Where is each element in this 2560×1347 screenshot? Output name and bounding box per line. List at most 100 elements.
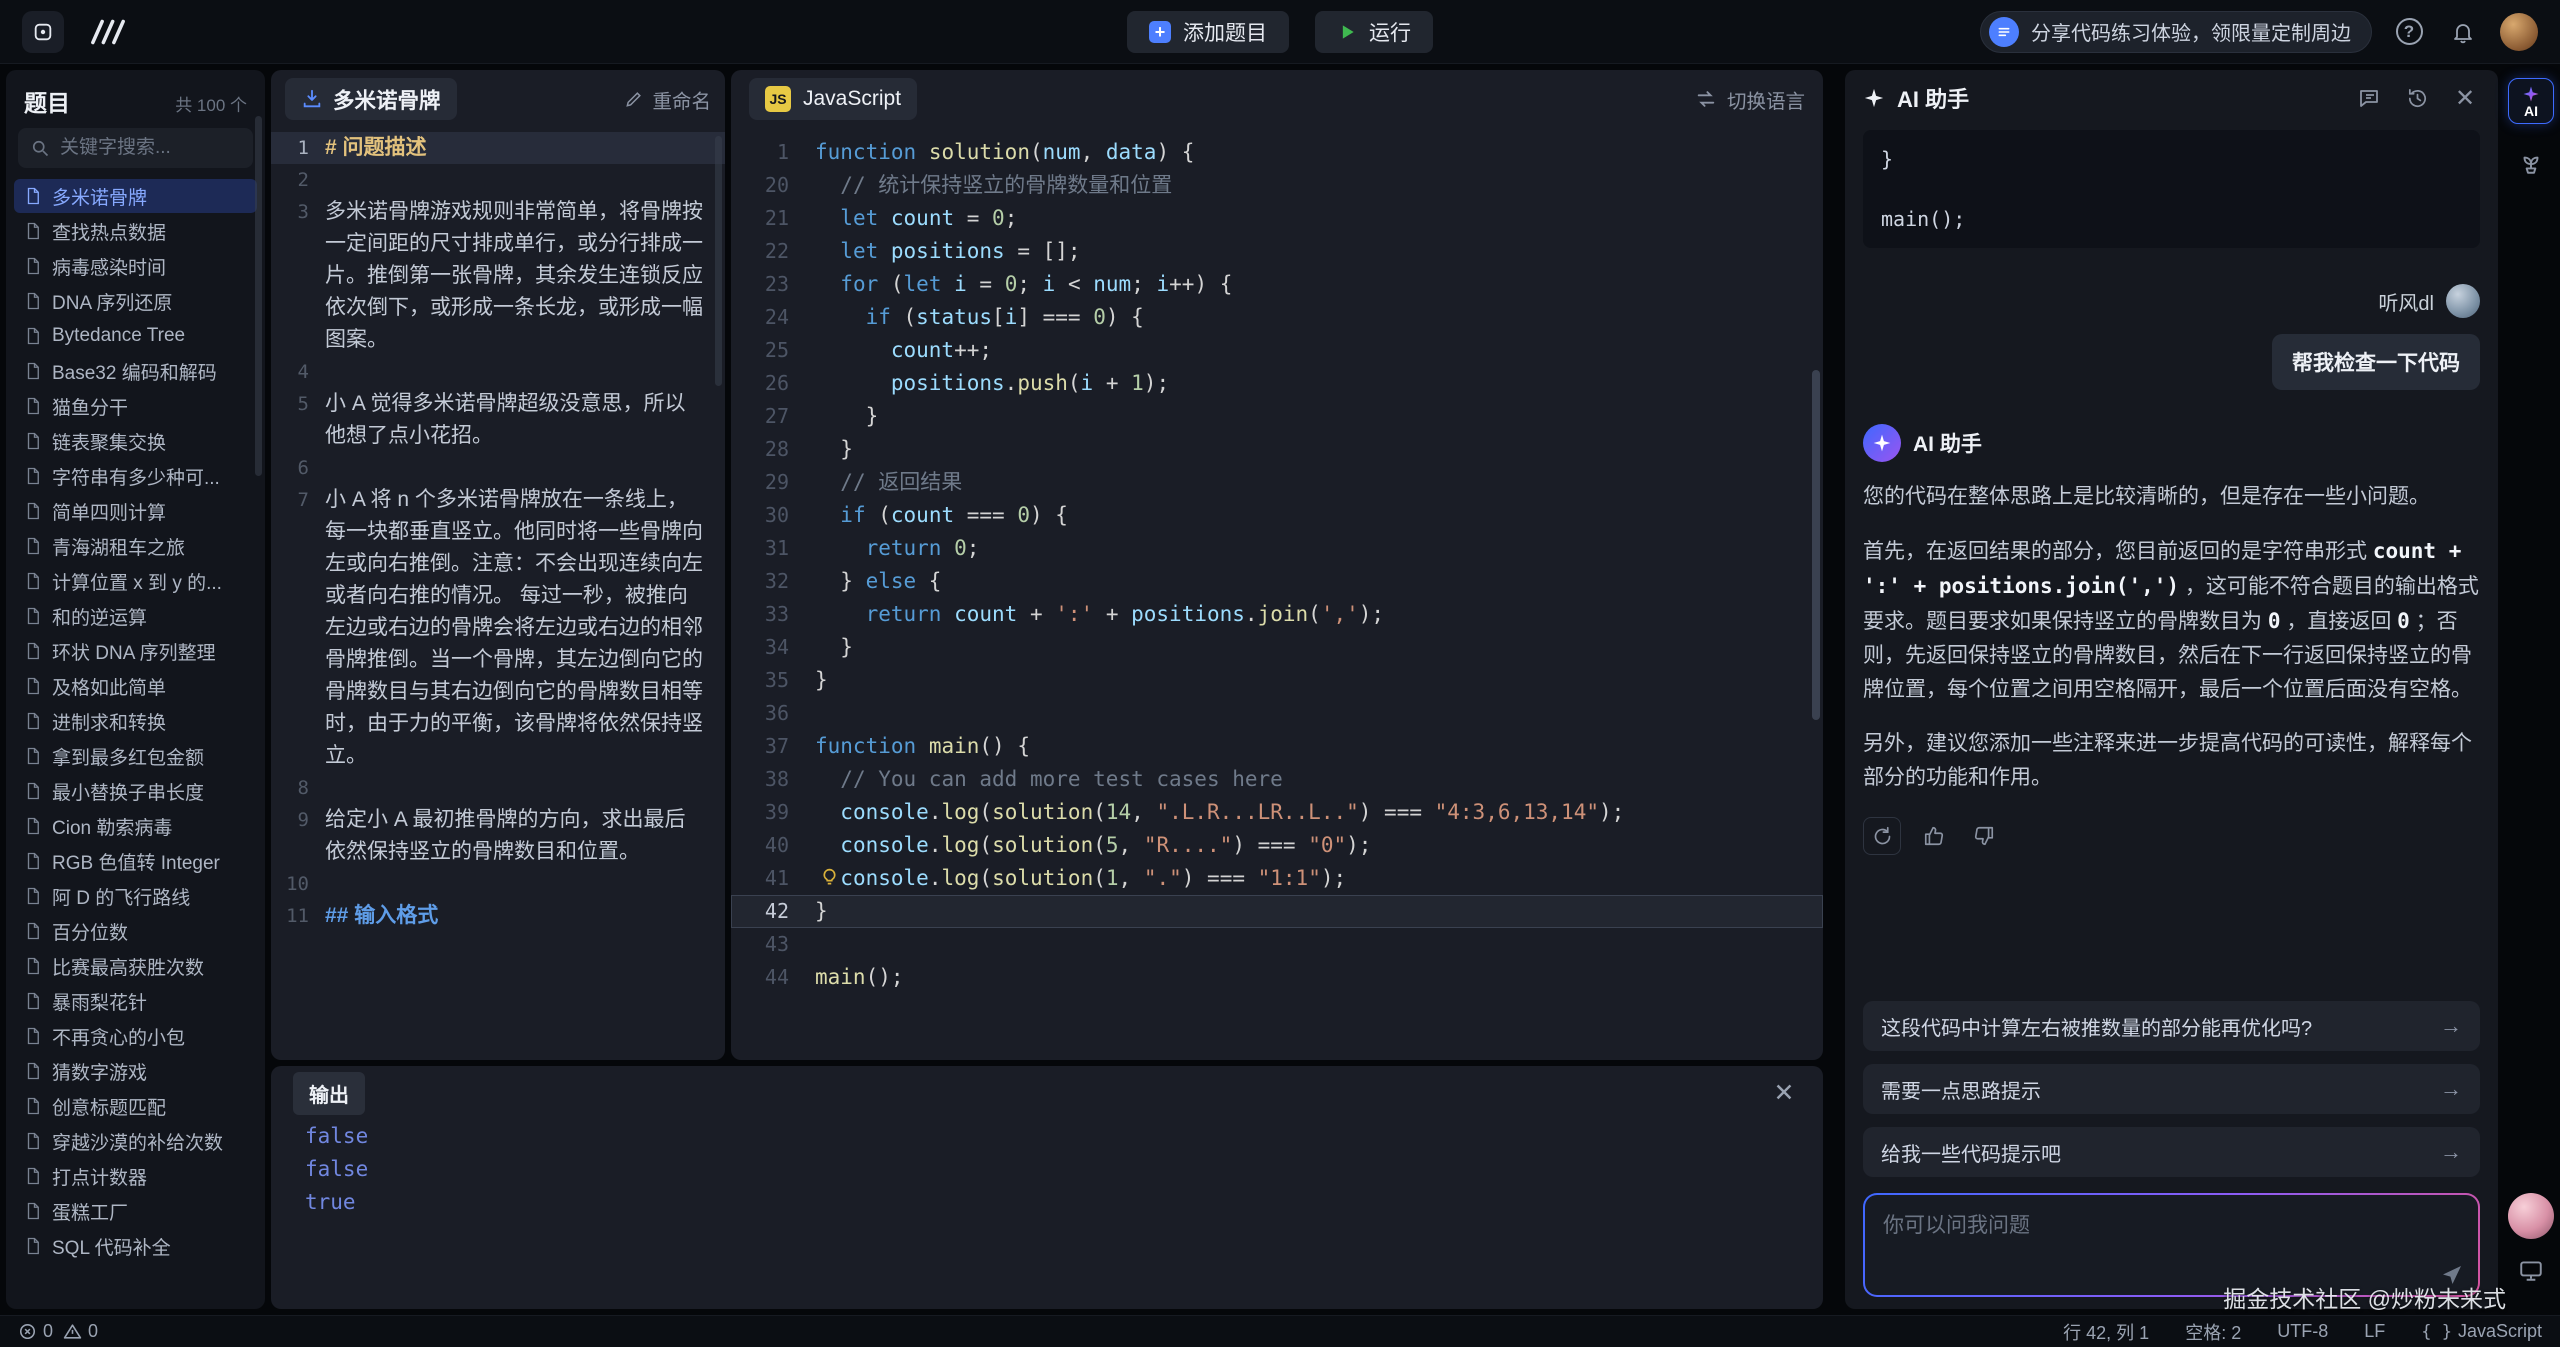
sidebar-item[interactable]: 最小替换子串长度 (14, 774, 257, 808)
sidebar-item[interactable]: 简单四则计算 (14, 494, 257, 528)
output-tab[interactable]: 输出 (293, 1072, 365, 1115)
code-line: 23 for (let i = 0; i < num; i++) { (731, 268, 1823, 301)
sidebar-item[interactable]: Bytedance Tree (14, 319, 257, 353)
close-icon[interactable]: ✕ (2450, 83, 2480, 113)
encoding[interactable]: UTF-8 (2277, 1321, 2328, 1342)
thumbs-down-icon[interactable] (1967, 819, 2001, 853)
history-icon[interactable] (2402, 83, 2432, 113)
question-mark: ? (2396, 18, 2423, 45)
sidebar-item[interactable]: 比赛最高获胜次数 (14, 949, 257, 983)
suggestion-chip[interactable]: 这段代码中计算左右被推数量的部分能再优化吗?→ (1863, 1001, 2480, 1051)
description-scrollbar[interactable] (715, 136, 722, 386)
search-input[interactable] (60, 137, 241, 159)
code-token: log (941, 833, 979, 857)
search-box[interactable] (18, 128, 253, 168)
ai-toggle-label: AI (2524, 104, 2538, 118)
share-chat-icon[interactable] (2354, 83, 2384, 113)
sidebar-item[interactable]: 百分位数 (14, 914, 257, 948)
indentation[interactable]: 空格: 2 (2185, 1319, 2241, 1345)
code-token: ) { (1156, 140, 1194, 164)
help-icon[interactable]: ? (2392, 15, 2426, 49)
user-avatar[interactable] (2500, 13, 2538, 51)
sidebar-title: 题目 (24, 84, 70, 118)
code-text: count++; (815, 334, 1823, 367)
sidebar-item[interactable]: RGB 色值转 Integer (14, 844, 257, 878)
code-token: ); (1346, 833, 1371, 857)
description-line: 3多米诺骨牌游戏规则非常简单，将骨牌按一定间距的尺寸排成单行，或分行排成一片。推… (271, 196, 725, 356)
close-output-button[interactable]: ✕ (1767, 1078, 1801, 1108)
sidebar-item[interactable]: 环状 DNA 序列整理 (14, 634, 257, 668)
line-number: 3 (271, 196, 325, 356)
switch-language-button[interactable]: 切换语言 (1695, 85, 1805, 114)
sidebar-item[interactable]: 链表聚集交换 (14, 424, 257, 458)
line-number: 28 (731, 433, 815, 466)
sidebar-item[interactable]: 穿越沙漠的补给次数 (14, 1124, 257, 1158)
plant-icon[interactable] (2518, 150, 2544, 176)
code-token: else (866, 569, 917, 593)
sidebar-item[interactable]: 暴雨梨花针 (14, 984, 257, 1018)
ai-character-avatar[interactable] (2508, 1193, 2554, 1239)
run-button[interactable]: 运行 (1315, 11, 1433, 53)
bell-icon[interactable] (2446, 15, 2480, 49)
sidebar-item[interactable]: 不再贪心的小包 (14, 1019, 257, 1053)
eol-type[interactable]: LF (2364, 1321, 2385, 1342)
sidebar-item[interactable]: 阿 D 的飞行路线 (14, 879, 257, 913)
line-number: 1 (271, 132, 325, 164)
app-logo[interactable] (22, 11, 64, 53)
error-count[interactable]: 0 (18, 1321, 53, 1342)
thumbs-up-icon[interactable] (1917, 819, 1951, 853)
sidebar-item[interactable]: 创意标题匹配 (14, 1089, 257, 1123)
code-token: + (1093, 602, 1131, 626)
sidebar-item[interactable]: 和的逆运算 (14, 599, 257, 633)
sidebar-item[interactable]: Base32 编码和解码 (14, 354, 257, 388)
sidebar-item[interactable]: 查找热点数据 (14, 214, 257, 248)
cursor-position[interactable]: 行 42, 列 1 (2063, 1319, 2149, 1345)
code-token: data (1106, 140, 1157, 164)
inline-code: 0 (2397, 609, 2410, 633)
code-area[interactable]: 1function solution(num, data) {20 // 统计保… (731, 128, 1823, 994)
sidebar-item[interactable]: 进制求和转换 (14, 704, 257, 738)
language-mode[interactable]: { } JavaScript (2421, 1321, 2542, 1342)
sidebar-item[interactable]: 猫鱼分干 (14, 389, 257, 423)
sidebar-item[interactable]: 计算位置 x 到 y 的... (14, 564, 257, 598)
sidebar-item[interactable]: 病毒感染时间 (14, 249, 257, 283)
ai-header-actions: ✕ (2354, 83, 2480, 113)
braces-icon: { } (2421, 1322, 2452, 1342)
regenerate-icon[interactable] (1863, 817, 1901, 855)
sidebar-item[interactable]: DNA 序列还原 (14, 284, 257, 318)
lightbulb-icon[interactable] (819, 867, 840, 888)
code-token: ( (979, 800, 992, 824)
problem-title-chip[interactable]: 多米诺骨牌 (285, 78, 457, 120)
assistant-message: 您的代码在整体思路上是比较清晰的，但是存在一些小问题。首先，在返回结果的部分，您… (1863, 480, 2480, 815)
suggestion-chip[interactable]: 给我一些代码提示吧→ (1863, 1127, 2480, 1177)
sidebar-item[interactable]: SQL 代码补全 (14, 1229, 257, 1263)
sidebar-scrollbar[interactable] (255, 116, 262, 476)
brand-logo-icon[interactable] (86, 18, 130, 46)
sidebar-item-label: RGB 色值转 Integer (52, 848, 220, 875)
ai-assistant-toggle[interactable]: AI (2508, 78, 2554, 124)
sidebar-item[interactable]: 拿到最多红包金额 (14, 739, 257, 773)
sidebar-item[interactable]: Cion 勒索病毒 (14, 809, 257, 843)
sidebar-item[interactable]: 蛋糕工厂 (14, 1194, 257, 1228)
code-token: // 统计保持竖立的骨牌数量和位置 (840, 173, 1172, 197)
sidebar-item-label: Cion 勒索病毒 (52, 813, 172, 840)
sidebar-item[interactable]: 及格如此简单 (14, 669, 257, 703)
language-tab[interactable]: JS JavaScript (749, 78, 917, 120)
sidebar-item[interactable]: 打点计数器 (14, 1159, 257, 1193)
rename-button[interactable]: 重命名 (624, 85, 711, 114)
sidebar-item[interactable]: 字符串有多少种可... (14, 459, 257, 493)
monitor-icon[interactable] (2518, 1257, 2544, 1283)
sidebar-item[interactable]: 青海湖租车之旅 (14, 529, 257, 563)
suggestion-chip[interactable]: 需要一点思路提示→ (1863, 1064, 2480, 1114)
code-token (815, 602, 866, 626)
editor-scrollbar[interactable] (1812, 370, 1820, 720)
add-problem-button[interactable]: + 添加题目 (1127, 11, 1289, 53)
sidebar-item[interactable]: 猜数字游戏 (14, 1054, 257, 1088)
share-banner[interactable]: 分享代码练习体验，领限量定制周边 (1980, 11, 2372, 53)
warning-count[interactable]: 0 (63, 1321, 98, 1342)
code-text: console.log(solution(5, "R....") === "0"… (815, 829, 1823, 862)
sidebar-item[interactable]: 多米诺骨牌 (14, 179, 257, 213)
line-number: 21 (731, 202, 815, 235)
description-text (325, 356, 725, 388)
code-token: console (840, 866, 929, 890)
